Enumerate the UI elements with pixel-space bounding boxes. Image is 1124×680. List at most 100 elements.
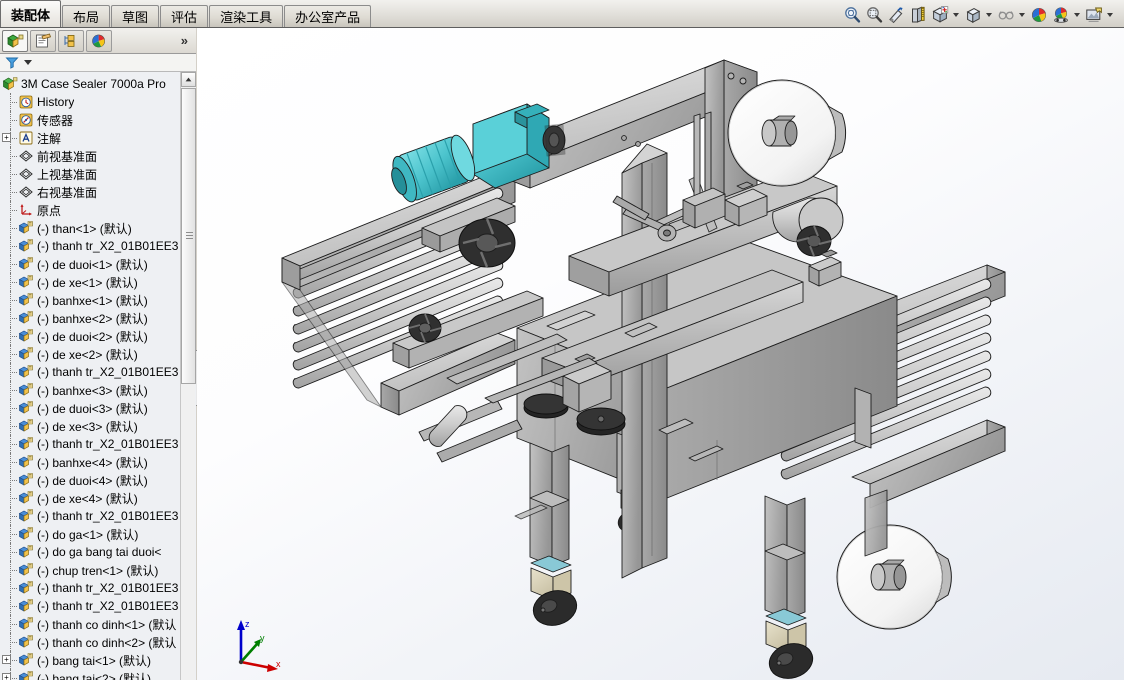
tree-node[interactable]: (-) do ga<1> (默认) [0, 525, 196, 543]
view-toolbar [841, 3, 1116, 27]
tree-node[interactable]: 前视基准面 [0, 147, 196, 165]
tree-node[interactable]: (-) chup tren<1> (默认) [0, 561, 196, 579]
display-style-dropdown-caret[interactable] [984, 5, 993, 25]
graphics-viewport[interactable]: z y x [197, 28, 1124, 680]
tree-node[interactable]: (-) thanh tr_X2_01B01EE3 [0, 597, 196, 615]
tree-node-label: (-) thanh co dinh<1> (默认 [37, 617, 177, 632]
tree-node-label: 传感器 [37, 113, 74, 128]
tree-node-label: 上视基准面 [37, 167, 98, 182]
axis-label-z: z [245, 619, 250, 629]
tree-node[interactable]: + (-) bang tai<2> (默认) [0, 669, 196, 680]
part-icon [18, 400, 34, 416]
panel-tab-bar: » [0, 28, 196, 54]
display-manager-tab[interactable] [86, 29, 112, 52]
tree-node[interactable]: (-) de duoi<1> (默认) [0, 255, 196, 273]
tree-node-label: (-) de duoi<1> (默认) [37, 257, 148, 272]
tab-sketch[interactable]: 草图 [111, 5, 160, 27]
part-icon [18, 508, 34, 524]
tree-node[interactable]: 右视基准面 [0, 183, 196, 201]
tree-connector-dash [10, 300, 17, 301]
hide-show-items-icon[interactable] [995, 4, 1017, 26]
tree-node[interactable]: (-) de xe<4> (默认) [0, 489, 196, 507]
tree-filter-bar[interactable] [0, 54, 196, 72]
tree-connector-dash [10, 570, 17, 571]
tree-node[interactable]: (-) banhxe<2> (默认) [0, 309, 196, 327]
tree-connector-dash [10, 156, 17, 157]
tape-reel-lower [836, 489, 952, 630]
zoom-to-area-icon[interactable] [863, 4, 885, 26]
edit-appearance-icon[interactable] [1028, 4, 1050, 26]
zoom-to-fit-icon[interactable] [841, 4, 863, 26]
part-icon [18, 364, 34, 380]
tree-node[interactable]: (-) thanh tr_X2_01B01EE3 [0, 435, 196, 453]
tree-node[interactable]: (-) thanh co dinh<2> (默认 [0, 633, 196, 651]
part-icon [18, 220, 34, 236]
tab-render-tools[interactable]: 渲染工具 [209, 5, 284, 27]
tree-node[interactable]: (-) do ga bang tai duoi< [0, 543, 196, 561]
tree-node[interactable]: 上视基准面 [0, 165, 196, 183]
plane-icon [18, 184, 34, 200]
tree-node[interactable]: History [0, 93, 196, 111]
tree-node[interactable]: (-) thanh tr_X2_01B01EE3 [0, 237, 196, 255]
tree-node[interactable]: (-) thanh tr_X2_01B01EE3 [0, 579, 196, 597]
tree-node-label: 注解 [37, 131, 62, 146]
scrollbar-thumb[interactable] [181, 88, 196, 384]
zoom-in-out-icon[interactable] [885, 4, 907, 26]
view-settings-dropdown-caret[interactable] [1105, 5, 1114, 25]
feature-tree[interactable]: 3M Case Sealer 7000a Pro History 传感器 + 注解 前视基… [0, 72, 196, 680]
tree-node[interactable]: + 注解 [0, 129, 196, 147]
tree-node-label: (-) thanh tr_X2_01B01EE3 [37, 239, 179, 253]
tab-office-products[interactable]: 办公室产品 [284, 5, 372, 27]
configuration-manager-tab[interactable] [58, 29, 84, 52]
part-icon [18, 580, 34, 596]
tree-node-label: (-) bang tai<1> (默认) [37, 653, 152, 668]
tree-node[interactable]: (-) banhxe<3> (默认) [0, 381, 196, 399]
display-style-icon[interactable] [962, 4, 984, 26]
tree-node[interactable]: 传感器 [0, 111, 196, 129]
tree-node-label: (-) thanh tr_X2_01B01EE3 [37, 437, 179, 451]
tree-connector-dash [10, 588, 17, 589]
history-icon [18, 94, 34, 110]
tree-node[interactable]: + (-) bang tai<1> (默认) [0, 651, 196, 669]
tree-node[interactable]: (-) de duoi<4> (默认) [0, 471, 196, 489]
scroll-up-button[interactable] [181, 72, 196, 87]
tree-node-label: (-) do ga<1> (默认) [37, 527, 139, 542]
tree-expander[interactable]: + [2, 655, 11, 664]
tree-node[interactable]: (-) de duoi<2> (默认) [0, 327, 196, 345]
tree-node[interactable]: (-) thanh tr_X2_01B01EE3 [0, 363, 196, 381]
origin-icon [18, 202, 34, 218]
tree-node[interactable]: (-) de duoi<3> (默认) [0, 399, 196, 417]
tree-node[interactable]: 原点 [0, 201, 196, 219]
view-settings-icon[interactable] [1083, 4, 1105, 26]
tree-node[interactable]: (-) de xe<2> (默认) [0, 345, 196, 363]
apply-scene-icon[interactable] [1050, 4, 1072, 26]
tree-expander[interactable]: + [2, 673, 11, 680]
hide-show-dropdown-caret[interactable] [1017, 5, 1026, 25]
tree-expander[interactable]: + [2, 133, 11, 142]
drive-wheel-left [458, 218, 516, 268]
tree-root-node[interactable]: 3M Case Sealer 7000a Pro [0, 75, 196, 93]
tree-node[interactable]: (-) thanh co dinh<1> (默认 [0, 615, 196, 633]
view-orientation-dropdown-caret[interactable] [951, 5, 960, 25]
tree-connector-dash [10, 660, 17, 661]
tree-scrollbar[interactable] [180, 72, 196, 680]
section-view-icon[interactable] [907, 4, 929, 26]
tree-node[interactable]: (-) de xe<1> (默认) [0, 273, 196, 291]
property-manager-tab[interactable] [30, 29, 56, 52]
tab-evaluate[interactable]: 评估 [160, 5, 209, 27]
tree-node[interactable]: (-) than<1> (默认) [0, 219, 196, 237]
apply-scene-dropdown-caret[interactable] [1072, 5, 1081, 25]
tree-node[interactable]: (-) de xe<3> (默认) [0, 417, 196, 435]
tree-node[interactable]: (-) thanh tr_X2_01B01EE3 [0, 507, 196, 525]
display-manager-icon [92, 34, 106, 47]
tab-assembly[interactable]: 装配体 [0, 0, 62, 27]
tab-layout[interactable]: 布局 [62, 5, 111, 27]
tree-node[interactable]: (-) banhxe<4> (默认) [0, 453, 196, 471]
tree-node[interactable]: (-) banhxe<1> (默认) [0, 291, 196, 309]
view-orientation-icon[interactable] [929, 4, 951, 26]
part-icon [18, 382, 34, 398]
filter-dropdown-caret[interactable] [24, 60, 32, 65]
feature-manager-tab[interactable] [2, 29, 28, 52]
panel-overflow-chevron[interactable]: » [181, 33, 188, 48]
tree-node-label: (-) chup tren<1> (默认) [37, 563, 159, 578]
